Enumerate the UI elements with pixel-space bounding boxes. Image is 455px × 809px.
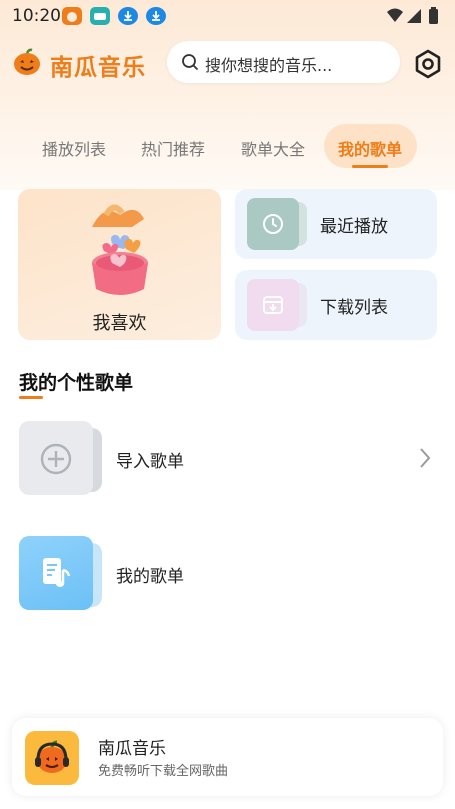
- recent-thumb: [247, 198, 299, 250]
- app-title: 南瓜音乐: [50, 55, 146, 81]
- settings-icon[interactable]: [410, 46, 446, 82]
- playlist-label: 我的歌单: [116, 567, 184, 587]
- pumpkin-logo-icon: [14, 48, 40, 75]
- search-icon: [182, 54, 199, 71]
- player-subtitle: 免费畅听下载全网歌曲: [98, 764, 229, 779]
- active-tab-indicator: [352, 165, 388, 168]
- mini-player[interactable]: 南瓜音乐 免费畅听下载全网歌曲: [12, 718, 443, 796]
- section-title-underline: [19, 396, 43, 399]
- playlist-label: 导入歌单: [116, 452, 184, 472]
- download-thumb: [247, 279, 299, 331]
- recent-played-label: 最近播放: [320, 217, 388, 237]
- favorites-card[interactable]: 我喜欢: [18, 189, 221, 340]
- import-thumb: [19, 421, 93, 495]
- clock-icon: [263, 214, 283, 234]
- download-notification-icon: [146, 7, 166, 25]
- recent-played-card[interactable]: 最近播放: [235, 189, 437, 259]
- tab-playlist[interactable]: 播放列表: [42, 136, 106, 160]
- player-title: 南瓜音乐: [98, 739, 166, 759]
- download-notification-icon: [118, 7, 138, 25]
- section-title: 我的个性歌单: [19, 372, 134, 394]
- chevron-right-icon[interactable]: [418, 446, 432, 470]
- wifi-signal-battery-icon: [387, 7, 438, 24]
- tab-hot-recommend[interactable]: 热门推荐: [141, 136, 205, 160]
- status-bar: 10:20: [0, 0, 455, 32]
- gift-box-hearts-icon: [92, 204, 148, 295]
- my-playlist-row[interactable]: 我的歌单: [0, 535, 455, 615]
- download-list-card[interactable]: 下载列表: [235, 270, 437, 340]
- download-box-icon: [263, 296, 283, 314]
- search-input[interactable]: 搜你想搜的音乐...: [167, 41, 400, 83]
- tab-all-playlists[interactable]: 歌单大全: [241, 136, 305, 160]
- download-list-label: 下载列表: [320, 298, 388, 318]
- game-app-notification-icon: [90, 7, 110, 25]
- player-album-art: [25, 731, 79, 785]
- favorites-label: 我喜欢: [92, 313, 147, 334]
- pumpkin-headphones-icon: [35, 740, 69, 773]
- status-time: 10:20: [12, 6, 61, 26]
- add-circle-icon: [40, 443, 72, 475]
- import-playlist-row[interactable]: 导入歌单: [0, 420, 455, 500]
- music-document-icon: [43, 558, 71, 587]
- search-placeholder: 搜你想搜的音乐...: [205, 56, 333, 75]
- tab-my-playlists[interactable]: 我的歌单: [338, 136, 402, 160]
- my-playlist-thumb: [19, 536, 93, 610]
- pumpkin-app-notification-icon: [62, 7, 82, 25]
